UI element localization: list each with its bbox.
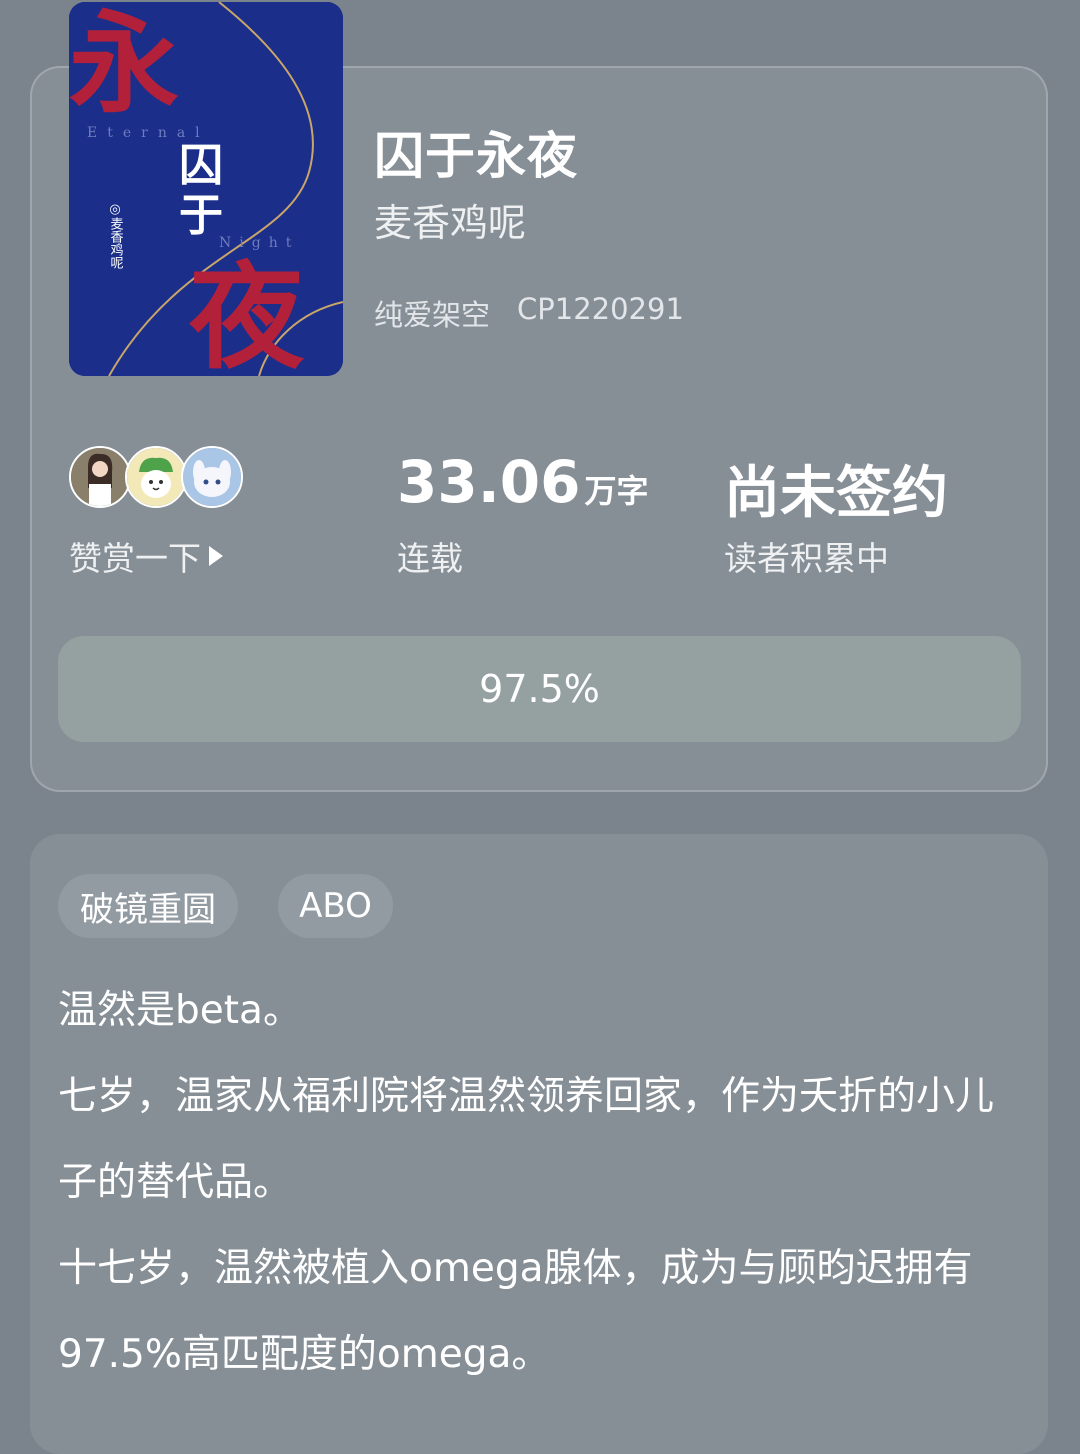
- svg-text:永: 永: [69, 2, 179, 128]
- avatar-girl-icon: [69, 446, 131, 508]
- book-code: CP1220291: [517, 292, 684, 326]
- tip-label: 赞赏一下: [69, 539, 201, 578]
- match-progress-bar: 97.5%: [58, 636, 1021, 742]
- tip-button[interactable]: 赞赏一下: [69, 532, 223, 580]
- svg-text:Eternal: Eternal: [87, 125, 210, 141]
- serial-status: 连载: [397, 539, 463, 578]
- book-author[interactable]: 麦香鸡呢: [374, 192, 526, 247]
- description-paragraph: 七岁，温家从福利院将温然领养回家，作为夭折的小儿子的替代品。: [58, 1074, 995, 1205]
- contract-status: 尚未签约: [724, 461, 948, 526]
- word-count-unit: 万字: [584, 472, 649, 510]
- svg-text:于: 于: [179, 190, 223, 241]
- book-cover-image[interactable]: 永 Eternal 囚 于 Night 夜 ◎麦香鸡呢: [69, 2, 343, 376]
- avatar-bunny-icon: [181, 446, 243, 508]
- svg-text:囚: 囚: [179, 140, 223, 191]
- svg-text:夜: 夜: [188, 250, 305, 376]
- word-count-value: 33.06: [397, 448, 581, 516]
- avatar-cabbage-icon: [125, 446, 187, 508]
- supporter-avatars[interactable]: [69, 446, 243, 510]
- progress-text: 97.5%: [479, 667, 600, 711]
- description-paragraph: 十七岁，温然被植入omega腺体，成为与顾昀迟拥有97.5%高匹配度的omega…: [58, 1246, 973, 1377]
- play-arrow-icon: [209, 546, 223, 566]
- description-paragraph: 温然是beta。: [58, 988, 302, 1033]
- tag-abo[interactable]: ABO: [278, 874, 393, 938]
- contract-substatus: 读者积累中: [724, 539, 889, 578]
- svg-text:Night: Night: [219, 235, 299, 251]
- book-title: 囚于永夜: [374, 127, 578, 185]
- word-count: 33.06 万字: [397, 448, 648, 516]
- book-description: 温然是beta。 七岁，温家从福利院将温然领养回家，作为夭折的小儿子的替代品。 …: [58, 968, 1028, 1398]
- book-genre: 纯爱架空: [374, 298, 491, 332]
- tag-broken-mirror[interactable]: 破镜重圆: [58, 874, 238, 938]
- svg-text:◎麦香鸡呢: ◎麦香鸡呢: [108, 202, 124, 269]
